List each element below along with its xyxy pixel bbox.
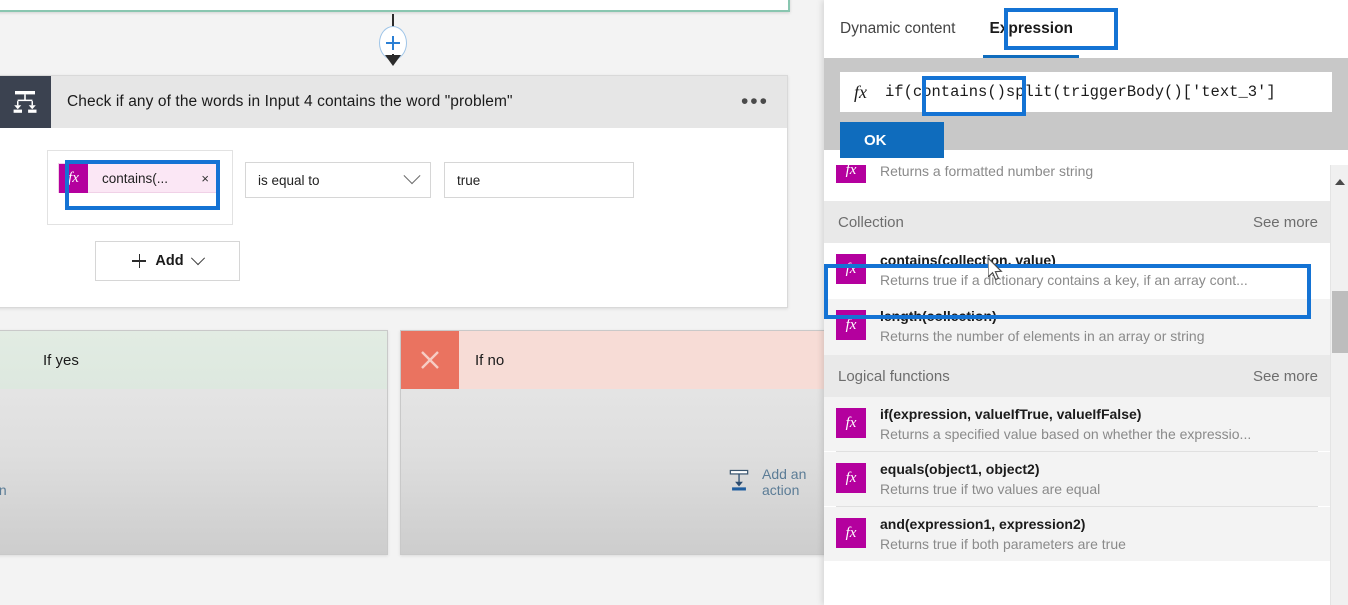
scroll-up-icon[interactable] <box>1335 179 1345 185</box>
function-desc: Returns true if two values are equal <box>880 481 1101 497</box>
fx-glyph: fx <box>845 316 857 333</box>
branch-if-yes-header: If yes <box>0 331 387 389</box>
fx-glyph: fx <box>845 260 857 277</box>
branch-if-yes-title: If yes <box>43 351 79 369</box>
condition-body: fx contains(... × is equal to true Add <box>0 128 787 307</box>
expression-chip-label: contains(... <box>102 170 169 186</box>
tab-dynamic-content[interactable]: Dynamic content <box>840 0 955 58</box>
condition-value-text: true <box>457 172 481 188</box>
fx-icon: fx <box>836 310 866 340</box>
section-title: Logical functions <box>838 367 950 385</box>
fx-glyph: fx <box>845 469 857 486</box>
condition-value-input[interactable]: true <box>444 162 634 198</box>
fx-icon: fx <box>854 81 867 102</box>
add-action-icon <box>726 467 752 498</box>
expression-panel: Dynamic content Expression fx if(contain… <box>824 0 1348 605</box>
function-desc: Returns true if both parameters are true <box>880 536 1126 552</box>
fx-icon: fx <box>836 254 866 284</box>
branch-if-no-title: If no <box>475 351 505 369</box>
close-icon[interactable]: × <box>201 171 209 186</box>
condition-card-header[interactable]: Check if any of the words in Input 4 con… <box>0 76 787 128</box>
expression-chip[interactable]: fx contains(... × <box>58 163 220 193</box>
chevron-down-icon <box>190 251 205 266</box>
function-list-item-and[interactable]: fx and(expression1, expression2) Returns… <box>824 507 1348 561</box>
function-desc: Returns true if a dictionary contains a … <box>880 272 1248 288</box>
connector-arrow-icon <box>385 55 401 66</box>
branch-if-no-add-action[interactable]: Add an action <box>726 466 824 498</box>
fx-icon: fx <box>836 463 866 493</box>
branch-if-no-header: If no <box>401 331 824 389</box>
previous-action-card[interactable] <box>0 0 790 12</box>
function-list-item-if[interactable]: fx if(expression, valueIfTrue, valueIfFa… <box>824 397 1348 451</box>
function-list-item-partial[interactable]: fx Returns a formatted number string <box>824 165 1348 201</box>
add-button-label: Add <box>155 253 184 269</box>
plus-icon <box>132 254 147 268</box>
panel-tabs: Dynamic content Expression <box>824 0 1348 58</box>
ok-button[interactable]: OK <box>840 122 944 158</box>
function-name: contains(collection, value) <box>880 252 1056 268</box>
fx-icon: fx <box>836 408 866 438</box>
section-header-logical: Logical functions See more <box>824 355 1348 397</box>
function-list-item-length[interactable]: fx length(collection) Returns the number… <box>824 299 1348 355</box>
function-name: length(collection) <box>880 308 997 324</box>
branch-if-yes-add-action[interactable]: Add an action <box>0 482 7 498</box>
function-list-item-equals[interactable]: fx equals(object1, object2) Returns true… <box>824 452 1348 506</box>
branch-if-yes-add-action-label: Add an action <box>0 482 7 498</box>
fx-glyph: fx <box>845 165 857 178</box>
condition-icon <box>0 76 51 128</box>
scrollbar-thumb[interactable] <box>1332 291 1348 353</box>
add-condition-button[interactable]: Add <box>95 241 240 281</box>
function-list: fx Returns a formatted number string Col… <box>824 165 1348 605</box>
function-name: equals(object1, object2) <box>880 461 1040 477</box>
condition-row: fx contains(... × is equal to true <box>47 150 787 225</box>
x-icon <box>401 331 459 389</box>
function-list-item-contains[interactable]: fx contains(collection, value) Returns t… <box>824 243 1348 299</box>
tab-expression[interactable]: Expression <box>983 0 1079 58</box>
function-list-item-desc: Returns a formatted number string <box>880 165 1094 179</box>
chevron-down-icon <box>403 167 421 185</box>
condition-operand-group: fx contains(... × <box>47 150 233 225</box>
function-name: and(expression1, expression2) <box>880 516 1086 532</box>
expression-input[interactable]: fx if(contains()split(triggerBody()['tex… <box>840 72 1332 112</box>
fx-glyph: fx <box>845 524 857 541</box>
fx-glyph: fx <box>845 414 857 431</box>
section-header-collection: Collection See more <box>824 201 1348 243</box>
operator-select[interactable]: is equal to <box>245 162 431 198</box>
condition-menu-button[interactable]: ••• <box>741 91 769 112</box>
flow-canvas: Check if any of the words in Input 4 con… <box>0 0 824 605</box>
see-more-link[interactable]: See more <box>1253 214 1318 231</box>
expression-editor-area: fx if(contains()split(triggerBody()['tex… <box>824 58 1348 158</box>
branch-if-no: If no Add an action <box>400 330 824 555</box>
see-more-link[interactable]: See more <box>1253 368 1318 385</box>
condition-title: Check if any of the words in Input 4 con… <box>67 93 513 110</box>
fx-icon: fx <box>836 518 866 548</box>
function-list-scrollbar[interactable] <box>1330 165 1348 605</box>
function-desc: Returns the number of elements in an arr… <box>880 328 1205 344</box>
expression-input-value: if(contains()split(triggerBody()['text_3… <box>885 83 1276 101</box>
branch-if-yes: If yes Add an action <box>0 330 388 555</box>
fx-glyph: fx <box>68 169 79 186</box>
fx-icon: fx <box>836 165 866 183</box>
function-desc: Returns a specified value based on wheth… <box>880 426 1252 442</box>
branch-if-no-add-action-label: Add an action <box>762 466 807 498</box>
screenshot-root: Check if any of the words in Input 4 con… <box>0 0 1348 605</box>
fx-icon: fx <box>59 163 88 193</box>
condition-card[interactable]: Check if any of the words in Input 4 con… <box>0 75 788 308</box>
check-icon <box>0 331 27 389</box>
function-name: if(expression, valueIfTrue, valueIfFalse… <box>880 406 1142 422</box>
operator-select-value: is equal to <box>258 172 320 188</box>
section-title: Collection <box>838 213 904 231</box>
